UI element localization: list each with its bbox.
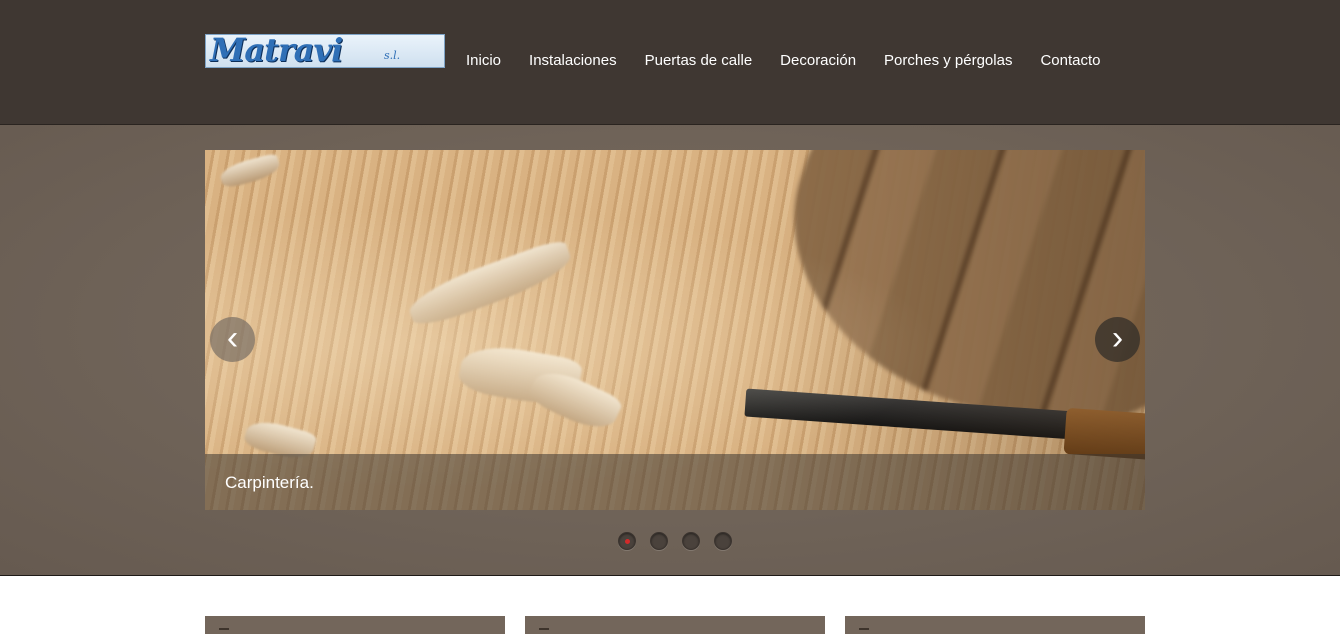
feature-box[interactable] bbox=[525, 616, 825, 634]
next-slide-button[interactable]: › bbox=[1095, 317, 1140, 362]
caption-bar: Carpintería. bbox=[205, 454, 1145, 510]
slide-image: Carpintería. ‹ › bbox=[205, 150, 1145, 510]
slider-dot-4[interactable] bbox=[714, 532, 732, 550]
main-nav: Inicio Instalaciones Puertas de calle De… bbox=[452, 50, 1115, 70]
feature-boxes bbox=[205, 616, 1145, 634]
site-header: Matravi s.l. Inicio Instalaciones Puerta… bbox=[0, 0, 1340, 125]
nav-item-instalaciones[interactable]: Instalaciones bbox=[515, 52, 631, 69]
feature-box[interactable] bbox=[845, 616, 1145, 634]
nav-item-inicio[interactable]: Inicio bbox=[452, 52, 515, 69]
logo-text: Matravi bbox=[210, 34, 343, 68]
slide-caption: Carpintería. bbox=[225, 473, 314, 492]
nav-item-puertas-de-calle[interactable]: Puertas de calle bbox=[631, 52, 767, 69]
slider-dot-2[interactable] bbox=[650, 532, 668, 550]
nav-item-contacto[interactable]: Contacto bbox=[1026, 52, 1114, 69]
logo-suffix: s.l. bbox=[384, 49, 401, 62]
prev-slide-button[interactable]: ‹ bbox=[210, 317, 255, 362]
nav-item-porches-y-pergolas[interactable]: Porches y pérgolas bbox=[870, 52, 1026, 69]
slider-pagination bbox=[618, 532, 732, 550]
slider-band: Carpintería. ‹ › bbox=[0, 125, 1340, 576]
logo[interactable]: Matravi s.l. bbox=[205, 34, 445, 68]
slider-dot-3[interactable] bbox=[682, 532, 700, 550]
nav-item-decoracion[interactable]: Decoración bbox=[766, 52, 870, 69]
feature-box[interactable] bbox=[205, 616, 505, 634]
slider-dot-1[interactable] bbox=[618, 532, 636, 550]
chevron-right-icon: › bbox=[1111, 319, 1124, 357]
chevron-left-icon: ‹ bbox=[226, 319, 239, 357]
